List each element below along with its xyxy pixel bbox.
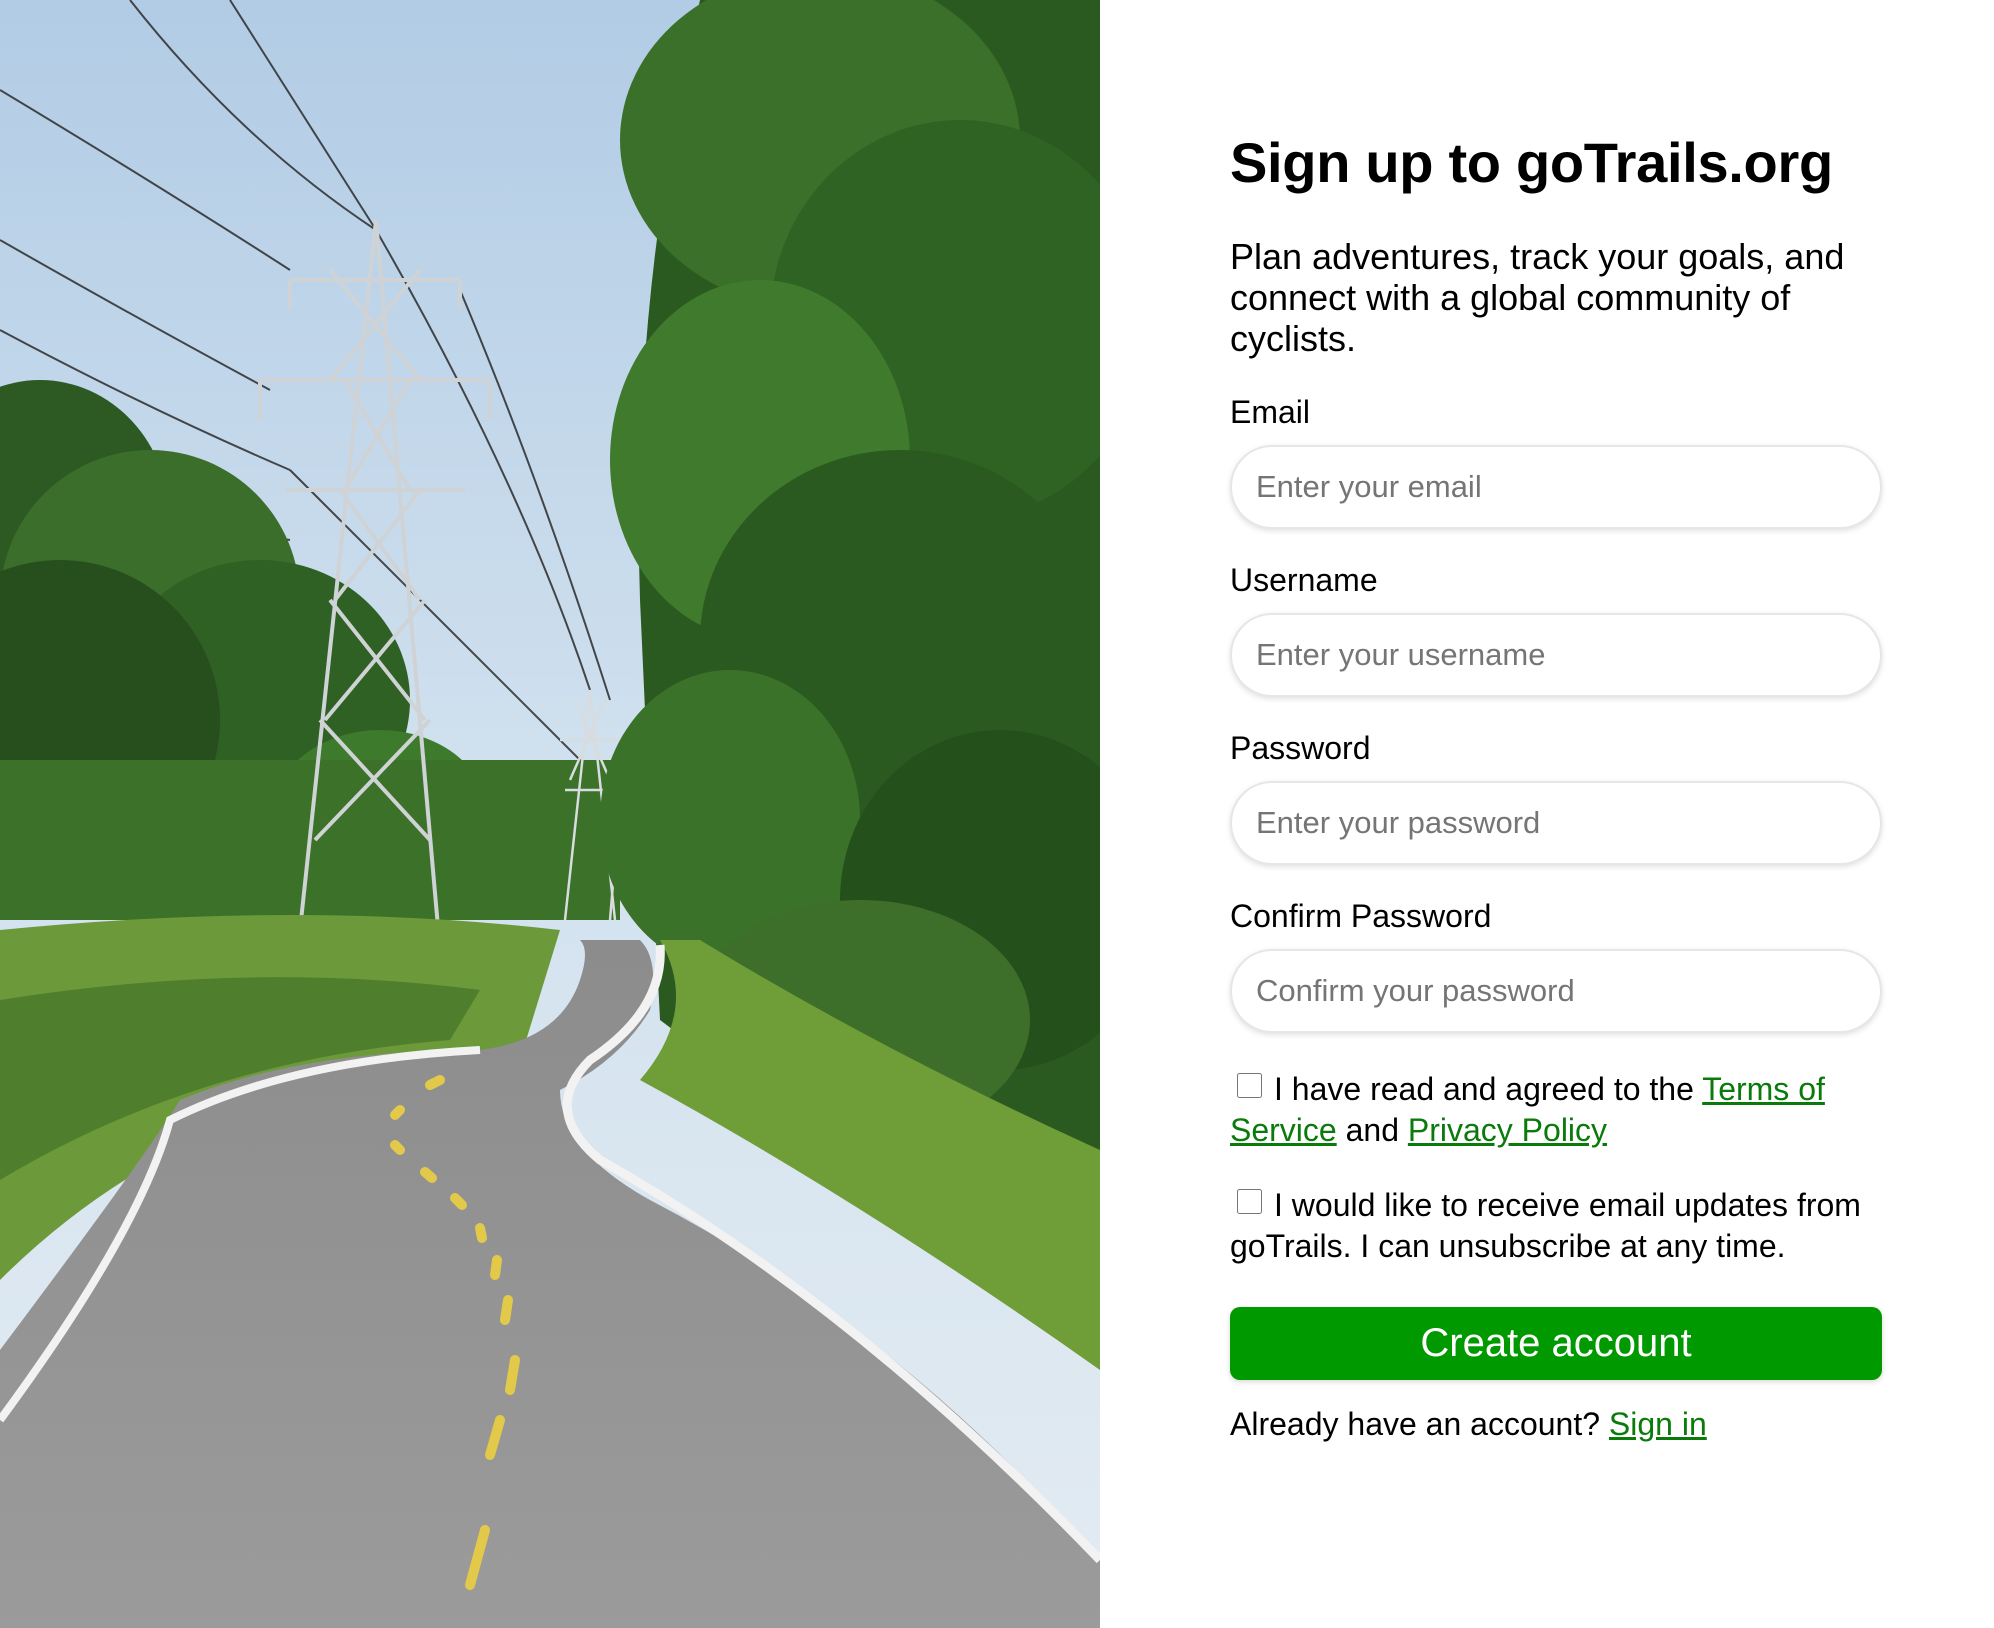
signup-page: Sign up to goTrails.org Plan adventures,…	[0, 0, 1994, 1628]
password-field[interactable]	[1230, 781, 1882, 865]
signin-prompt: Already have an account? Sign in	[1230, 1404, 1882, 1444]
sign-in-link[interactable]: Sign in	[1609, 1406, 1707, 1442]
terms-checkbox[interactable]	[1237, 1073, 1262, 1098]
terms-text-middle: and	[1336, 1112, 1408, 1148]
password-label: Password	[1230, 730, 1371, 766]
email-updates-text: I would like to receive email updates fr…	[1230, 1187, 1861, 1264]
trail-photo-illustration	[0, 0, 1100, 1628]
page-subtitle: Plan adventures, track your goals, and c…	[1230, 236, 1845, 359]
signup-form: Sign up to goTrails.org Plan adventures,…	[1230, 128, 1882, 1444]
confirm-password-label: Confirm Password	[1230, 898, 1492, 934]
username-field[interactable]	[1230, 613, 1882, 697]
email-label: Email	[1230, 394, 1311, 430]
terms-text-before: I have read and agreed to the	[1274, 1071, 1703, 1107]
email-updates-optin: I would like to receive email updates fr…	[1230, 1185, 1882, 1267]
signup-panel: Sign up to goTrails.org Plan adventures,…	[1100, 0, 1994, 1628]
email-field-group: Email	[1230, 393, 1882, 529]
password-field-group: Password	[1230, 729, 1882, 865]
username-field-group: Username	[1230, 561, 1882, 697]
page-title: Sign up to goTrails.org	[1230, 131, 1833, 194]
create-account-button[interactable]: Create account	[1230, 1307, 1882, 1380]
username-label: Username	[1230, 562, 1378, 598]
confirm-password-field-group: Confirm Password	[1230, 897, 1882, 1033]
privacy-policy-link[interactable]: Privacy Policy	[1408, 1112, 1607, 1148]
hero-image	[0, 0, 1100, 1628]
email-field[interactable]	[1230, 445, 1882, 529]
signin-prompt-text: Already have an account?	[1230, 1406, 1609, 1442]
email-updates-checkbox[interactable]	[1237, 1189, 1262, 1214]
terms-agreement: I have read and agreed to the Terms of S…	[1230, 1069, 1882, 1151]
confirm-password-field[interactable]	[1230, 949, 1882, 1033]
